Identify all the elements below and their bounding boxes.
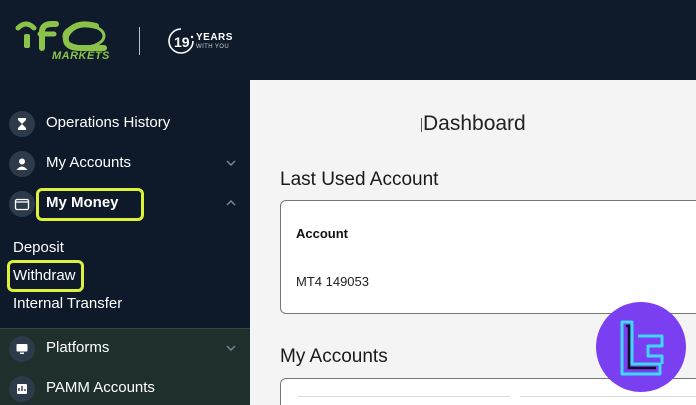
watermark-logo-icon [620,320,664,376]
monitor-icon [9,336,35,362]
sidebar-item-label: PAMM Accounts [46,379,155,396]
my-accounts-heading: My Accounts [280,346,388,367]
sidebar-item-my-accounts[interactable]: My Accounts [0,144,250,184]
user-icon [9,151,35,177]
text-cursor [421,118,422,132]
years-number: 19 [174,34,190,50]
sidebar-subitem-withdraw[interactable]: Withdraw [13,267,76,284]
sidebar-item-operations-history[interactable]: Operations History [0,104,250,144]
account-label: Account [296,226,348,241]
card-divider [520,396,696,397]
account-number: MT4 149053 [296,274,369,289]
sidebar-item-label: Operations History [46,114,171,131]
sidebar-item-label: My Accounts [46,154,132,171]
wallet-icon [9,191,35,217]
sidebar-item-platforms[interactable]: Platforms [0,329,250,369]
last-used-account-heading: Last Used Account [280,169,439,190]
years-sub-label: WITH YOU [196,44,230,50]
chevron-up-icon[interactable] [224,196,238,210]
card-divider [298,396,510,397]
sidebar-subitem-internal-transfer[interactable]: Internal Transfer [13,295,122,312]
sidebar-item-pamm-accounts[interactable]: PAMM Accounts [0,369,250,405]
sidebar-item-my-money[interactable]: My Money [0,186,250,226]
chevron-down-icon[interactable] [224,156,238,170]
chevron-down-icon[interactable] [224,341,238,355]
sidebar-subitem-deposit[interactable]: Deposit [13,239,64,256]
years-label: YEARS [196,32,233,43]
top-header: MARKETS 19 YEARS WITH YOU [0,0,696,80]
page-title: Dashboard [423,112,526,135]
last-used-account-card[interactable] [280,200,696,314]
watermark-badge [596,302,686,392]
pamm-icon [9,376,35,402]
brand-sub-label: MARKETS [52,50,110,62]
sidebar-item-label: Platforms [46,339,110,356]
header-divider [139,27,140,55]
sidebar-item-label: My Money [46,194,119,211]
hourglass-icon [9,111,35,137]
